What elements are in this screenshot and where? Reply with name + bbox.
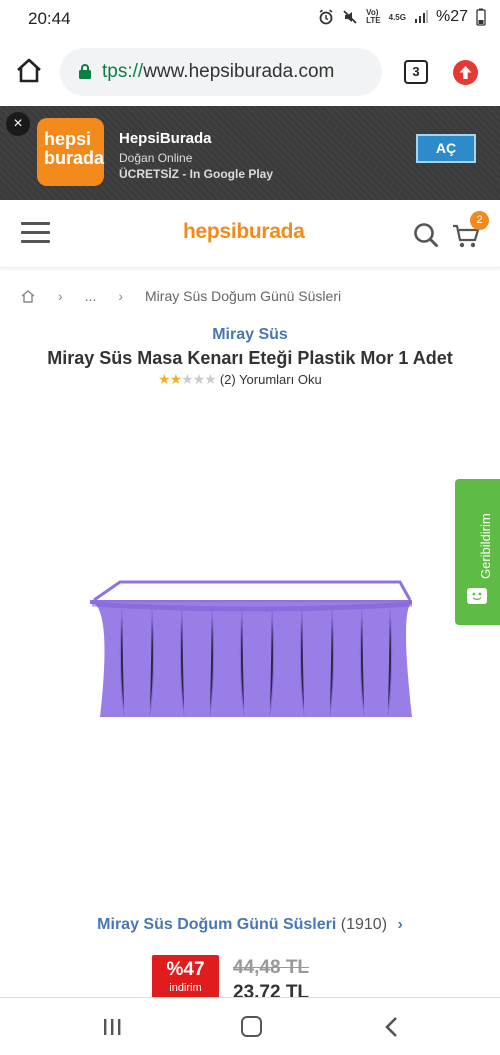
star-empty-icon: ★	[192, 371, 206, 387]
old-price: 44,48 TL	[233, 957, 310, 978]
rating-stars: ★★★★★	[158, 371, 217, 388]
app-developer: Doğan Online	[119, 151, 193, 165]
cart-count-badge: 2	[470, 211, 489, 230]
reviews-link[interactable]: (2) Yorumları Oku	[220, 372, 322, 387]
feedback-smiley-icon	[467, 588, 487, 604]
star-filled-icon: ★	[169, 371, 183, 387]
open-app-button[interactable]: AÇ	[416, 134, 476, 163]
breadcrumb: › ... › Miray Süs Doğum Günü Süsleri	[20, 286, 341, 306]
star-empty-icon: ★	[181, 371, 194, 387]
url-prefix: tps://	[102, 61, 144, 82]
breadcrumb-separator: ›	[58, 288, 63, 304]
site-header: hepsiburada	[0, 200, 500, 268]
url-bar[interactable]: tps://www.hepsiburada.com	[60, 48, 382, 96]
network-type: 4.5G	[388, 12, 406, 22]
discount-badge: %47 indirim	[152, 955, 219, 999]
feedback-label: Geribildirim	[478, 513, 493, 579]
brand-link[interactable]: Miray Süs	[0, 326, 500, 344]
category-count: (1910)	[340, 916, 388, 933]
site-logo[interactable]: hepsiburada	[183, 220, 305, 244]
signal-icon	[414, 10, 428, 23]
app-name: HepsiBurada	[119, 130, 212, 147]
url-text[interactable]: tps://www.hepsiburada.com	[102, 61, 334, 83]
back-icon[interactable]	[384, 1016, 398, 1038]
alarm-icon	[319, 9, 333, 25]
status-time: 20:44	[28, 9, 71, 28]
menu-icon[interactable]	[21, 222, 50, 244]
close-banner-button[interactable]: ×	[6, 112, 30, 136]
product-image[interactable]	[82, 570, 422, 730]
star-filled-icon: ★	[158, 371, 171, 387]
upload-button[interactable]	[453, 60, 478, 85]
status-icons: Vo) LTE 4.5G %27	[318, 8, 486, 26]
category-link[interactable]: Miray Süs Doğum Günü Süsleri (1910) ›	[0, 916, 500, 934]
star-empty-icon: ★	[204, 371, 217, 387]
app-icon-line2: burada	[44, 148, 105, 168]
lock-icon	[79, 64, 91, 79]
feedback-tab[interactable]: Geribildirim	[455, 479, 500, 625]
search-icon[interactable]	[413, 222, 439, 248]
browser-toolbar: tps://www.hepsiburada.com 3	[0, 38, 500, 106]
battery-level: %27	[435, 8, 468, 25]
url-host: www.hepsiburada.com	[143, 61, 335, 82]
breadcrumb-current[interactable]: Miray Süs Doğum Günü Süsleri	[145, 288, 341, 304]
app-icon-line1: hepsi	[44, 129, 92, 149]
chevron-right-icon: ›	[397, 916, 403, 933]
android-nav-bar	[0, 997, 500, 1055]
app-icon: hepsi burada	[37, 118, 104, 186]
app-price: ÜCRETSİZ - In Google Play	[119, 167, 274, 181]
home-breadcrumb-icon[interactable]	[20, 288, 36, 304]
breadcrumb-separator: ›	[118, 288, 124, 304]
volte-icon: Vo) LTE	[366, 8, 381, 25]
product-rating[interactable]: ★★★★★ (2) Yorumları Oku	[158, 371, 322, 388]
discount-label: indirim	[169, 982, 202, 994]
product-title: Miray Süs Masa Kenarı Eteği Plastik Mor …	[47, 348, 453, 368]
app-install-banner: × hepsi burada HepsiBurada Doğan Online Ü…	[0, 106, 500, 200]
battery-icon	[476, 8, 486, 26]
mute-icon	[343, 10, 357, 24]
home-nav-icon[interactable]	[241, 1016, 262, 1037]
home-icon[interactable]	[14, 56, 44, 86]
arrow-up-icon	[459, 66, 472, 79]
tab-switcher-button[interactable]: 3	[404, 60, 428, 84]
breadcrumb-ellipsis[interactable]: ...	[85, 288, 97, 304]
status-bar: 20:44 Vo) LTE 4.5G %27	[0, 0, 500, 38]
recent-apps-icon[interactable]	[102, 1018, 122, 1036]
category-name[interactable]: Miray Süs Doğum Günü Süsleri	[97, 916, 336, 933]
discount-percent: %47	[166, 959, 205, 980]
